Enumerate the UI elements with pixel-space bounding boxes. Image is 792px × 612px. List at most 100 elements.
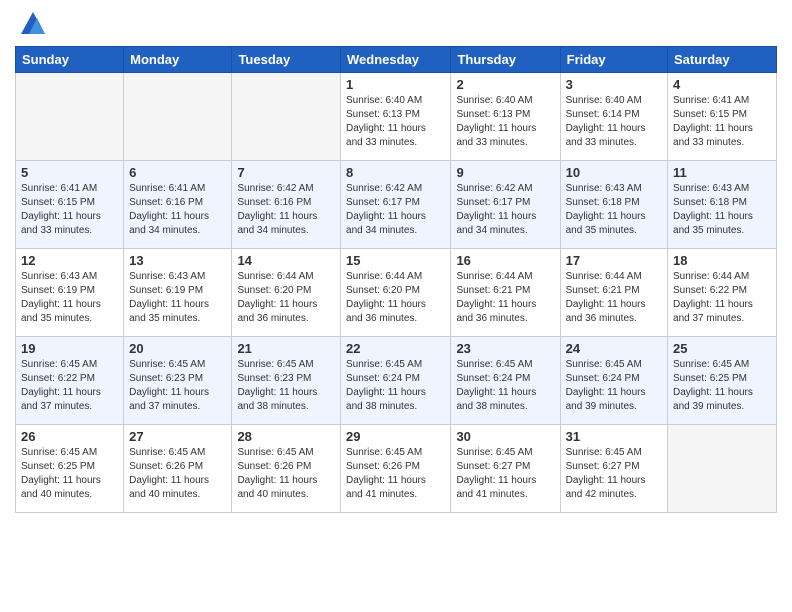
day-cell-30: 30 Sunrise: 6:45 AM Sunset: 6:27 PM Dayli… bbox=[451, 425, 560, 513]
day-info-22: Sunrise: 6:45 AM Sunset: 6:24 PM Dayligh… bbox=[346, 358, 445, 414]
day-info-30: Sunrise: 6:45 AM Sunset: 6:27 PM Dayligh… bbox=[456, 446, 554, 502]
day-info-9: Sunrise: 6:42 AM Sunset: 6:17 PM Dayligh… bbox=[456, 182, 554, 238]
day-info-12: Sunrise: 6:43 AM Sunset: 6:19 PM Dayligh… bbox=[21, 270, 118, 326]
day-number-28: 28 bbox=[237, 429, 335, 444]
day-info-7: Sunrise: 6:42 AM Sunset: 6:16 PM Dayligh… bbox=[237, 182, 335, 238]
weekday-header-row: SundayMondayTuesdayWednesdayThursdayFrid… bbox=[16, 47, 777, 73]
week-row-1: 1 Sunrise: 6:40 AM Sunset: 6:13 PM Daylig… bbox=[16, 73, 777, 161]
day-cell-8: 8Sunrise: 6:42 AM Sunset: 6:17 PM Daylig… bbox=[341, 161, 451, 249]
day-cell-31: 31 Sunrise: 6:45 AM Sunset: 6:27 PM Dayli… bbox=[560, 425, 667, 513]
weekday-header-tuesday: Tuesday bbox=[232, 47, 341, 73]
day-number-26: 26 bbox=[21, 429, 118, 444]
day-number-15: 15 bbox=[346, 253, 445, 268]
day-number-8: 8 bbox=[346, 165, 445, 180]
day-cell-25: 25 Sunrise: 6:45 AM Sunset: 6:25 PM Dayli… bbox=[668, 337, 777, 425]
day-number-22: 22 bbox=[346, 341, 445, 356]
day-cell-10: 10 Sunrise: 6:43 AM Sunset: 6:18 PM Dayli… bbox=[560, 161, 667, 249]
day-info-25: Sunrise: 6:45 AM Sunset: 6:25 PM Dayligh… bbox=[673, 358, 771, 414]
day-info-26: Sunrise: 6:45 AM Sunset: 6:25 PM Dayligh… bbox=[21, 446, 118, 502]
day-info-5: Sunrise: 6:41 AM Sunset: 6:15 PM Dayligh… bbox=[21, 182, 118, 238]
day-info-13: Sunrise: 6:43 AM Sunset: 6:19 PM Dayligh… bbox=[129, 270, 226, 326]
day-number-9: 9 bbox=[456, 165, 554, 180]
day-cell-4: 4Sunrise: 6:41 AM Sunset: 6:15 PM Daylig… bbox=[668, 73, 777, 161]
day-cell-28: 28 Sunrise: 6:45 AM Sunset: 6:26 PM Dayli… bbox=[232, 425, 341, 513]
day-info-27: Sunrise: 6:45 AM Sunset: 6:26 PM Dayligh… bbox=[129, 446, 226, 502]
day-info-10: Sunrise: 6:43 AM Sunset: 6:18 PM Dayligh… bbox=[566, 182, 662, 238]
day-cell-7: 7 Sunrise: 6:42 AM Sunset: 6:16 PM Daylig… bbox=[232, 161, 341, 249]
day-cell-19: 19 Sunrise: 6:45 AM Sunset: 6:22 PM Dayli… bbox=[16, 337, 124, 425]
day-cell-18: 18 Sunrise: 6:44 AM Sunset: 6:22 PM Dayli… bbox=[668, 249, 777, 337]
day-number-4: 4 bbox=[673, 77, 771, 92]
empty-cell bbox=[16, 73, 124, 161]
weekday-header-saturday: Saturday bbox=[668, 47, 777, 73]
week-row-3: 12 Sunrise: 6:43 AM Sunset: 6:19 PM Dayli… bbox=[16, 249, 777, 337]
day-info-19: Sunrise: 6:45 AM Sunset: 6:22 PM Dayligh… bbox=[21, 358, 118, 414]
day-cell-14: 14 Sunrise: 6:44 AM Sunset: 6:20 PM Dayli… bbox=[232, 249, 341, 337]
day-number-24: 24 bbox=[566, 341, 662, 356]
day-cell-21: 21 Sunrise: 6:45 AM Sunset: 6:23 PM Dayli… bbox=[232, 337, 341, 425]
day-number-25: 25 bbox=[673, 341, 771, 356]
day-info-3: Sunrise: 6:40 AM Sunset: 6:14 PM Dayligh… bbox=[566, 94, 662, 150]
day-number-29: 29 bbox=[346, 429, 445, 444]
day-cell-22: 22 Sunrise: 6:45 AM Sunset: 6:24 PM Dayli… bbox=[341, 337, 451, 425]
day-number-13: 13 bbox=[129, 253, 226, 268]
day-cell-24: 24 Sunrise: 6:45 AM Sunset: 6:24 PM Dayli… bbox=[560, 337, 667, 425]
weekday-header-wednesday: Wednesday bbox=[341, 47, 451, 73]
day-number-7: 7 bbox=[237, 165, 335, 180]
day-number-18: 18 bbox=[673, 253, 771, 268]
week-row-4: 19 Sunrise: 6:45 AM Sunset: 6:22 PM Dayli… bbox=[16, 337, 777, 425]
day-cell-12: 12 Sunrise: 6:43 AM Sunset: 6:19 PM Dayli… bbox=[16, 249, 124, 337]
day-number-27: 27 bbox=[129, 429, 226, 444]
day-cell-3: 3Sunrise: 6:40 AM Sunset: 6:14 PM Daylig… bbox=[560, 73, 667, 161]
empty-cell bbox=[668, 425, 777, 513]
day-cell-15: 15Sunrise: 6:44 AM Sunset: 6:20 PM Dayli… bbox=[341, 249, 451, 337]
day-number-19: 19 bbox=[21, 341, 118, 356]
weekday-header-thursday: Thursday bbox=[451, 47, 560, 73]
day-number-10: 10 bbox=[566, 165, 662, 180]
day-info-24: Sunrise: 6:45 AM Sunset: 6:24 PM Dayligh… bbox=[566, 358, 662, 414]
page: SundayMondayTuesdayWednesdayThursdayFrid… bbox=[0, 0, 792, 612]
header bbox=[15, 10, 777, 38]
day-info-2: Sunrise: 6:40 AM Sunset: 6:13 PM Dayligh… bbox=[456, 94, 554, 150]
weekday-header-sunday: Sunday bbox=[16, 47, 124, 73]
day-cell-17: 17Sunrise: 6:44 AM Sunset: 6:21 PM Dayli… bbox=[560, 249, 667, 337]
calendar: SundayMondayTuesdayWednesdayThursdayFrid… bbox=[15, 46, 777, 513]
day-info-14: Sunrise: 6:44 AM Sunset: 6:20 PM Dayligh… bbox=[237, 270, 335, 326]
day-info-21: Sunrise: 6:45 AM Sunset: 6:23 PM Dayligh… bbox=[237, 358, 335, 414]
day-info-20: Sunrise: 6:45 AM Sunset: 6:23 PM Dayligh… bbox=[129, 358, 226, 414]
week-row-5: 26 Sunrise: 6:45 AM Sunset: 6:25 PM Dayli… bbox=[16, 425, 777, 513]
day-info-28: Sunrise: 6:45 AM Sunset: 6:26 PM Dayligh… bbox=[237, 446, 335, 502]
day-number-21: 21 bbox=[237, 341, 335, 356]
weekday-header-monday: Monday bbox=[124, 47, 232, 73]
day-number-5: 5 bbox=[21, 165, 118, 180]
day-number-12: 12 bbox=[21, 253, 118, 268]
day-cell-20: 20 Sunrise: 6:45 AM Sunset: 6:23 PM Dayli… bbox=[124, 337, 232, 425]
day-info-17: Sunrise: 6:44 AM Sunset: 6:21 PM Dayligh… bbox=[566, 270, 662, 326]
day-number-11: 11 bbox=[673, 165, 771, 180]
day-cell-13: 13 Sunrise: 6:43 AM Sunset: 6:19 PM Dayli… bbox=[124, 249, 232, 337]
day-number-30: 30 bbox=[456, 429, 554, 444]
day-info-16: Sunrise: 6:44 AM Sunset: 6:21 PM Dayligh… bbox=[456, 270, 554, 326]
day-info-18: Sunrise: 6:44 AM Sunset: 6:22 PM Dayligh… bbox=[673, 270, 771, 326]
logo-icon bbox=[19, 10, 47, 38]
day-cell-11: 11 Sunrise: 6:43 AM Sunset: 6:18 PM Dayli… bbox=[668, 161, 777, 249]
day-number-23: 23 bbox=[456, 341, 554, 356]
day-info-29: Sunrise: 6:45 AM Sunset: 6:26 PM Dayligh… bbox=[346, 446, 445, 502]
day-number-16: 16 bbox=[456, 253, 554, 268]
day-cell-6: 6 Sunrise: 6:41 AM Sunset: 6:16 PM Daylig… bbox=[124, 161, 232, 249]
day-cell-23: 23Sunrise: 6:45 AM Sunset: 6:24 PM Dayli… bbox=[451, 337, 560, 425]
day-number-2: 2 bbox=[456, 77, 554, 92]
day-number-6: 6 bbox=[129, 165, 226, 180]
day-info-6: Sunrise: 6:41 AM Sunset: 6:16 PM Dayligh… bbox=[129, 182, 226, 238]
day-info-31: Sunrise: 6:45 AM Sunset: 6:27 PM Dayligh… bbox=[566, 446, 662, 502]
day-cell-5: 5 Sunrise: 6:41 AM Sunset: 6:15 PM Daylig… bbox=[16, 161, 124, 249]
day-info-11: Sunrise: 6:43 AM Sunset: 6:18 PM Dayligh… bbox=[673, 182, 771, 238]
day-number-31: 31 bbox=[566, 429, 662, 444]
empty-cell bbox=[124, 73, 232, 161]
day-number-14: 14 bbox=[237, 253, 335, 268]
day-cell-1: 1Sunrise: 6:40 AM Sunset: 6:13 PM Daylig… bbox=[341, 73, 451, 161]
day-cell-29: 29 Sunrise: 6:45 AM Sunset: 6:26 PM Dayli… bbox=[341, 425, 451, 513]
empty-cell bbox=[232, 73, 341, 161]
day-number-1: 1 bbox=[346, 77, 445, 92]
day-number-20: 20 bbox=[129, 341, 226, 356]
